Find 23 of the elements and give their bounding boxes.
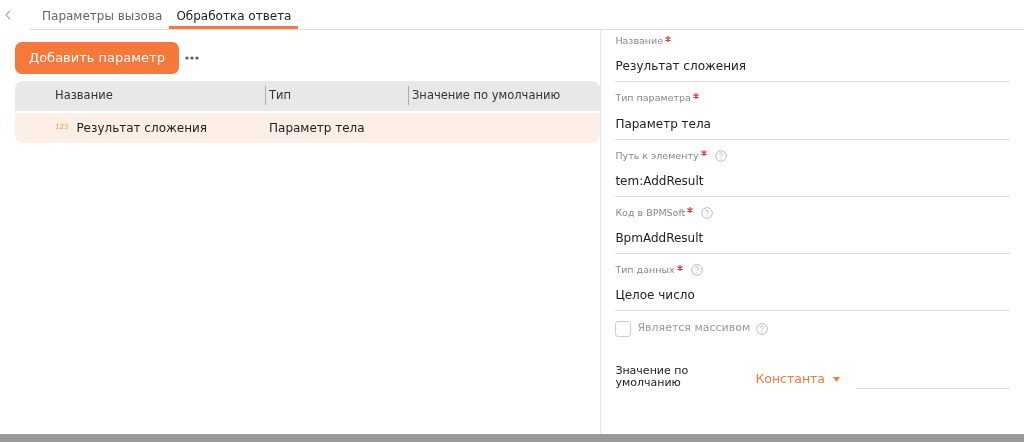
input-field[interactable]: tem:AddResult: [615, 166, 1010, 197]
field-label: Тип данных: [615, 263, 675, 277]
column-header[interactable]: Значение по умолчанию: [412, 88, 561, 103]
tab[interactable]: Параметры вызова: [35, 0, 170, 29]
table-cell-text: Результат сложения: [76, 119, 208, 137]
table-cell: Параметр тела: [269, 120, 365, 135]
input-field[interactable]: Параметр тела: [615, 109, 1010, 140]
input-field[interactable]: Результат сложения: [615, 52, 1010, 83]
caret-icon: [833, 377, 840, 383]
column-header[interactable]: Название: [55, 86, 113, 105]
tab[interactable]: Обработка ответа: [169, 0, 299, 29]
field-label: Путь к элементу: [615, 148, 699, 163]
field-label: Название: [615, 34, 664, 48]
field-label: Код в BPMSoft: [615, 205, 686, 220]
input-field[interactable]: Целое число: [615, 281, 1010, 312]
column-header[interactable]: Тип: [269, 88, 292, 103]
field-label: Значение по умолчанию: [615, 364, 690, 389]
back-icon[interactable]: [5, 10, 11, 20]
checkbox-label: Является массивом: [637, 320, 751, 337]
field-label: Тип параметра: [615, 91, 691, 106]
more-icon[interactable]: [184, 55, 199, 60]
checkbox[interactable]: [615, 320, 632, 337]
input-field[interactable]: BpmAddResult: [615, 224, 1010, 254]
